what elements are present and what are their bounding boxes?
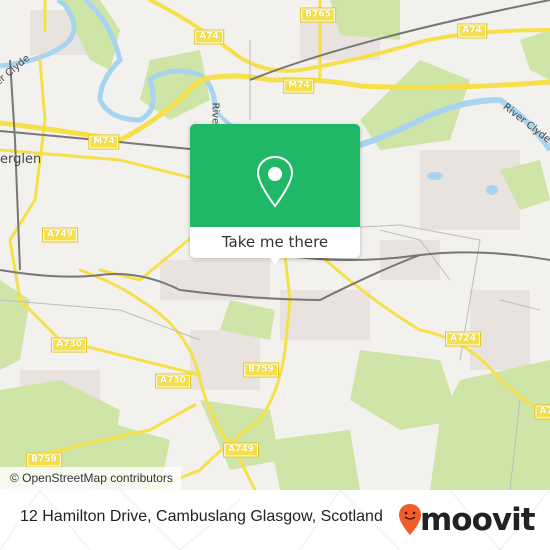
road-shield-a749: A749 <box>42 227 78 243</box>
location-pin-icon <box>256 155 294 208</box>
road-shield-a730: A730 <box>51 337 87 353</box>
road-shield-m74: M74 <box>283 78 315 94</box>
map-view[interactable]: B765 A74 A74 M74 M74 A749 A730 A730 B759… <box>0 0 550 490</box>
popup-header[interactable] <box>190 124 360 227</box>
road-shield-b759: B759 <box>26 452 62 468</box>
moovit-pin-smile-icon <box>399 504 421 535</box>
map-attribution[interactable]: © OpenStreetMap contributors <box>0 467 181 490</box>
footer: 12 Hamilton Drive, Cambuslang Glasgow, S… <box>0 490 550 550</box>
address-text: 12 Hamilton Drive, Cambuslang Glasgow, S… <box>20 508 383 525</box>
road-shield-a749: A749 <box>223 442 259 458</box>
location-popup[interactable]: Take me there <box>190 124 360 264</box>
road-shield-a74: A74 <box>457 23 487 39</box>
road-shield-a7: A7 <box>534 404 550 420</box>
road-shield-a730: A730 <box>155 373 191 389</box>
road-shield-b765: B765 <box>300 7 336 23</box>
moovit-logo[interactable]: moovit <box>398 500 538 540</box>
moovit-wordmark: moovit <box>420 502 536 538</box>
road-shield-m74: M74 <box>88 134 120 150</box>
road-shield-a74: A74 <box>194 29 224 45</box>
place-label-rutherglen: erglen <box>0 152 42 167</box>
road-shield-a724: A724 <box>445 331 481 347</box>
take-me-there-button[interactable]: Take me there <box>190 227 360 258</box>
road-shield-b759: B759 <box>243 362 279 378</box>
popup-pointer <box>268 256 282 264</box>
